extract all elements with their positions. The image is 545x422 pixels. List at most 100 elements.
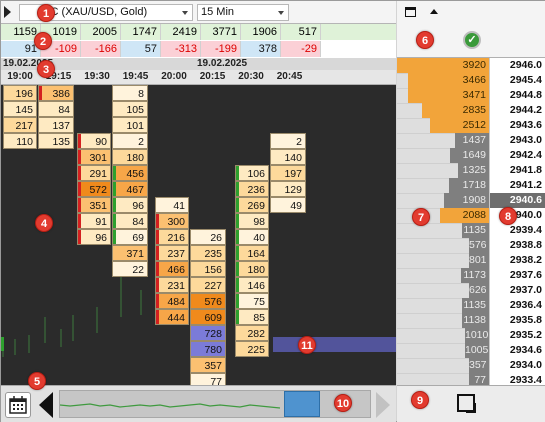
ladder-row[interactable]: 3466 2945.4 [397,73,545,89]
footprint-cell: 77 [190,373,226,385]
footprint-bar [236,214,239,228]
date-label-mid: 19.02.2025 [197,58,248,69]
status-ok-icon[interactable]: ✓ [463,31,481,49]
ladder-row[interactable]: 1138 2935.8 [397,313,545,329]
footprint-value: 291 [89,168,107,180]
volume-cell: 1747 [121,24,161,40]
ladder-row[interactable]: 2835 2944.2 [397,103,545,119]
ladder-row[interactable]: 357 2934.0 [397,358,545,374]
footprint-cell: 75 [235,293,269,309]
footprint-value: 26 [210,232,222,244]
footprint-cell: 456 [112,165,148,181]
footprint-bar [156,262,159,276]
time-axis: 19:00 19:15 19:30 19:45 20:00 20:15 20:30 20:45 [1,70,396,85]
ladder-price: 2938.2 [489,253,545,268]
footprint-bar [78,214,81,228]
time-label: 19:30 [84,71,110,82]
ladder-row[interactable]: 1173 2937.6 [397,268,545,284]
footprint-value: 98 [253,216,265,228]
footprint-cell: 180 [112,149,148,165]
ladder-row[interactable]: 77 2933.4 [397,373,545,385]
ladder-price: 2938.8 [489,238,545,253]
footprint-value: 197 [284,168,302,180]
footprint-value: 137 [52,120,70,132]
footprint-value: 231 [167,280,185,292]
footprint-value: 235 [204,248,222,260]
ladder-price: 2941.8 [489,163,545,178]
footprint-cell: 41 [155,197,189,213]
footprint-bar [78,230,81,244]
footprint-chart[interactable]: 196 386 145 84 217 137 110 135 8 105 101 90 2 301 180 2… [1,85,396,385]
ladder-volume: 1325 [458,163,489,178]
ladder-row[interactable]: 1908 2940.6 [397,193,545,209]
footprint-value: 371 [126,248,144,260]
ladder-row[interactable]: 3471 2944.8 [397,88,545,104]
footprint-cell: 2 [270,133,306,149]
ladder-row[interactable]: 1325 2941.8 [397,163,545,179]
footprint-value: 110 [16,136,33,148]
chevron-down-icon [182,11,188,15]
ladder-row[interactable]: 801 2938.2 [397,253,545,269]
footprint-cell: 96 [112,197,148,213]
timeframe-select[interactable]: 15 Min [197,4,289,21]
play-button[interactable] [1,1,13,24]
ladder-price: 2935.8 [489,313,545,328]
calendar-button[interactable] [5,392,31,418]
ladder-volume: 626 [469,283,489,298]
footprint-value: 576 [204,296,222,308]
collapse-up-icon[interactable] [430,9,438,14]
ladder-price: 2935.2 [489,328,545,343]
footprint-cell: 466 [155,261,189,277]
footprint-value: 225 [247,344,265,356]
ladder-price: 2943.6 [489,118,545,133]
footprint-cell: 129 [270,181,306,197]
ladder-row[interactable]: 576 2938.8 [397,238,545,254]
footprint-cell: 269 [235,197,269,213]
footprint-value: 85 [253,312,265,324]
ladder-row[interactable]: 1437 2943.0 [397,133,545,149]
ladder-row[interactable]: 2512 2943.6 [397,118,545,134]
expand-icon[interactable] [457,394,476,413]
delta-cell: -199 [201,41,241,57]
footprint-value: 456 [126,168,144,180]
ladder-row[interactable]: 1649 2942.4 [397,148,545,164]
delta-cell: -166 [81,41,121,57]
footprint-value: 129 [284,184,302,196]
ladder-price: 2936.4 [489,298,545,313]
ladder-row[interactable]: 626 2937.0 [397,283,545,299]
footprint-cell: 40 [235,229,269,245]
ladder-row[interactable]: 3920 2946.0 [397,58,545,74]
ladder-row[interactable]: 1135 2936.4 [397,298,545,314]
ladder-volume: 1173 [461,268,489,283]
scroll-right-button[interactable] [376,392,390,418]
footprint-bar [236,262,239,276]
footprint-cell: 237 [155,245,189,261]
footprint-value: 237 [167,248,185,260]
footprint-value: 105 [126,104,144,116]
minimap-viewport[interactable] [284,391,320,417]
ladder-price: 2945.4 [489,73,545,88]
footprint-value: 2 [138,136,144,148]
footprint-value: 301 [89,152,107,164]
footprint-cell: 231 [155,277,189,293]
footprint-cell: 235 [190,245,226,261]
ladder-volume: 3920 [397,58,489,73]
ladder-volume: 2512 [430,118,489,133]
ladder-row[interactable]: 1010 2935.2 [397,328,545,344]
footprint-cell: 84 [112,213,148,229]
ladder-volume: 1649 [450,148,489,163]
footprint-bar [236,166,239,180]
ladder-row[interactable]: 1718 2941.2 [397,178,545,194]
footprint-bar [236,278,239,292]
ladder-row[interactable]: 1005 2934.6 [397,343,545,359]
scroll-left-button[interactable] [39,392,53,418]
ladder-volume: 1437 [455,133,489,148]
window-icon[interactable] [405,7,416,17]
volume-cell: 1906 [241,24,281,40]
ladder-price: 2946.0 [489,58,545,73]
minimap-scroller[interactable] [59,390,371,418]
delta-row: 91 -109 -166 57 -313 -199 378 -29 [1,41,396,57]
footprint-value: 96 [95,232,107,244]
calendar-icon [9,396,27,414]
footprint-cell: 780 [190,341,226,357]
